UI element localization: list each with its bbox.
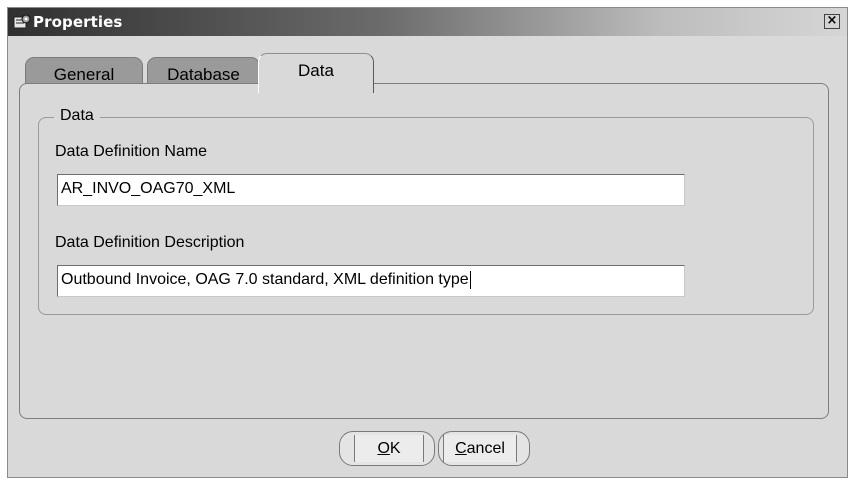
tab-database-label: Database — [167, 65, 240, 84]
group-legend: Data — [54, 107, 100, 125]
cancel-mnemonic: C — [455, 440, 467, 457]
data-definition-description-label: Data Definition Description — [55, 234, 245, 251]
cancel-button[interactable]: Cancel — [438, 431, 530, 466]
ok-button[interactable]: OK — [339, 431, 435, 466]
cancel-label: ancel — [466, 440, 505, 457]
title-bar[interactable]: Properties × — [8, 8, 847, 36]
close-button[interactable]: × — [824, 14, 840, 29]
tab-general-label: General — [53, 65, 115, 84]
tab-data-label: Data — [298, 61, 334, 80]
close-icon: × — [826, 13, 838, 28]
window-title: Properties — [33, 13, 123, 31]
data-definition-description-field[interactable]: Outbound Invoice, OAG 7.0 standard, XML … — [57, 265, 685, 297]
data-definition-name-value: AR_INVO_OAG70_XML — [61, 180, 236, 197]
properties-icon — [13, 14, 31, 29]
data-definition-description-value: Outbound Invoice, OAG 7.0 standard, XML … — [61, 271, 469, 289]
ok-label: K — [389, 440, 401, 457]
tab-data[interactable]: Data — [258, 53, 374, 93]
data-definition-name-field[interactable]: AR_INVO_OAG70_XML — [57, 174, 685, 206]
ok-mnemonic: O — [377, 440, 390, 457]
data-definition-name-label: Data Definition Name — [55, 143, 208, 160]
text-caret — [469, 271, 471, 289]
